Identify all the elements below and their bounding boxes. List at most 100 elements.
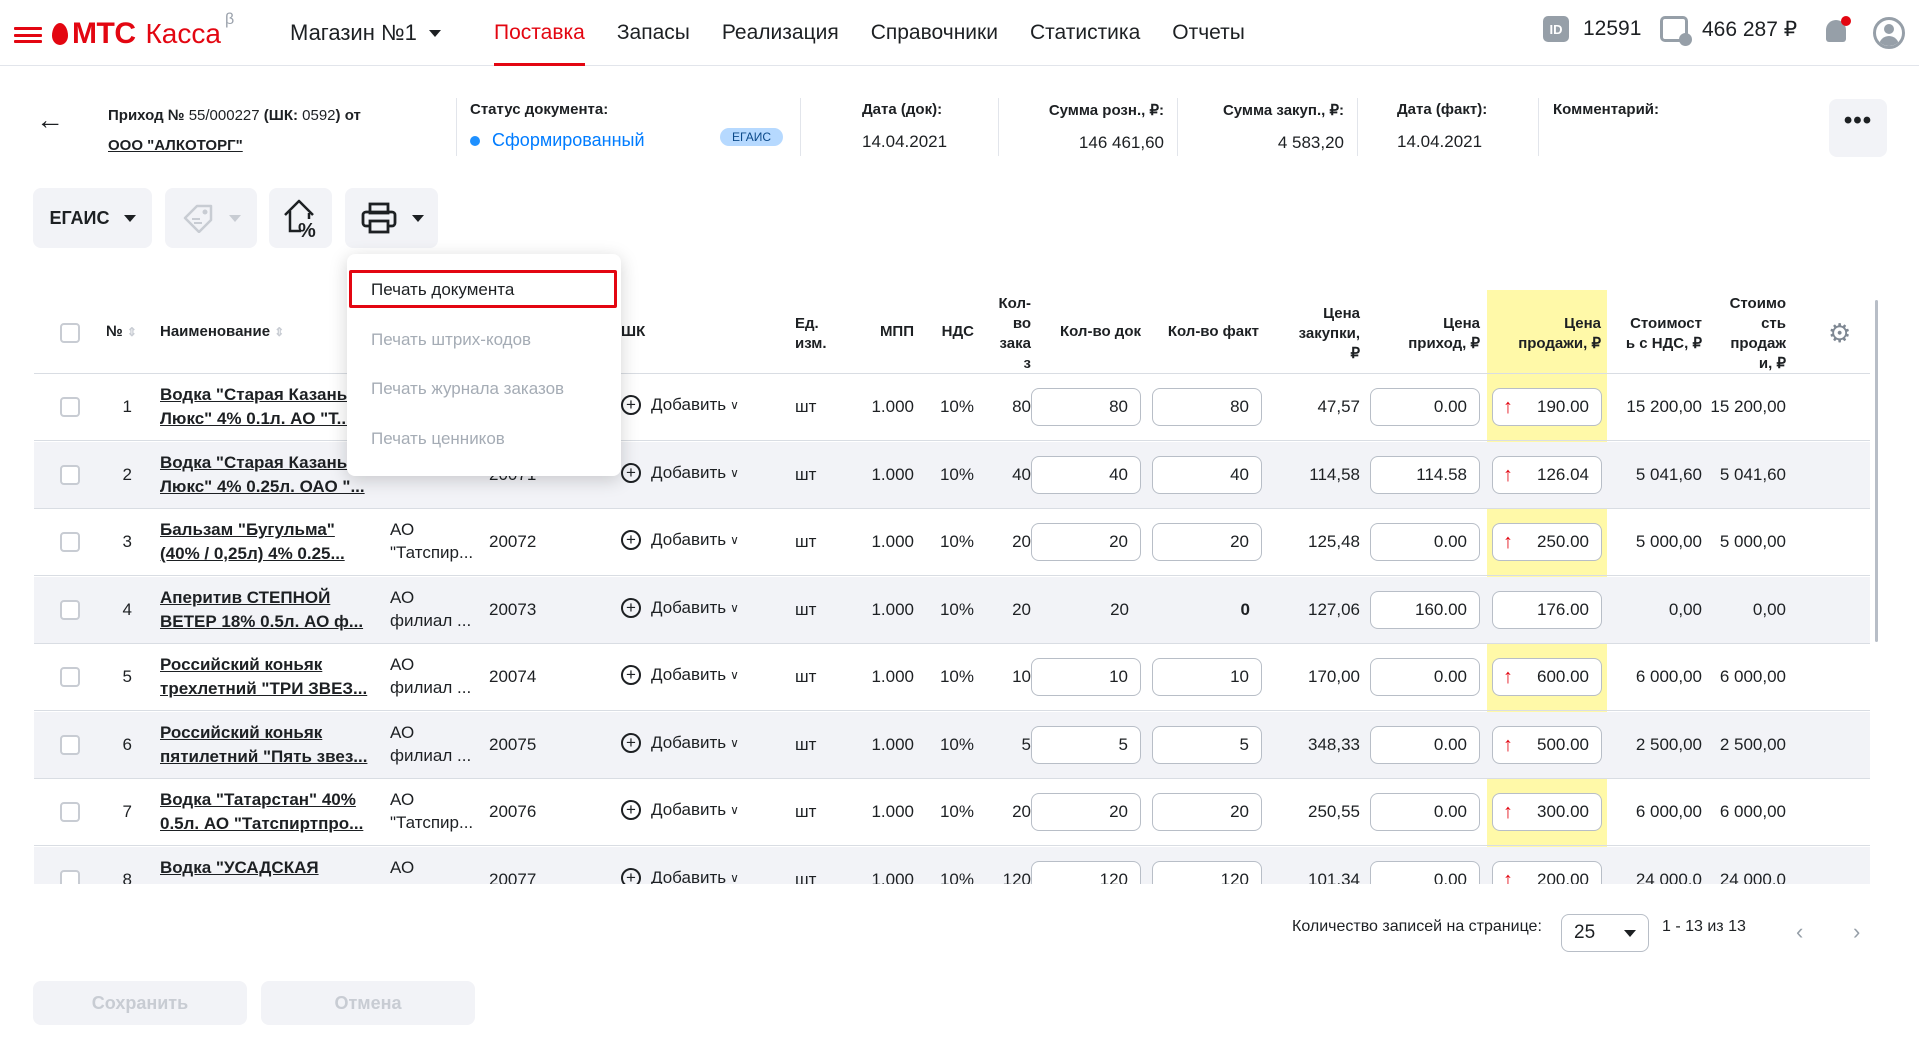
price-in-input[interactable]: 0.00 [1370,860,1480,884]
table-row[interactable]: 5 Российский коньяк трехлетний "ТРИ ЗВЕЗ..… [34,644,1870,711]
per-page-select[interactable]: 25 [1561,914,1649,952]
qty-fact-input[interactable]: 120 [1152,860,1262,884]
price-in-input[interactable]: 114.58 [1370,455,1480,494]
header-num[interactable]: № ⇕ [106,322,137,342]
add-barcode-dropdown[interactable]: + Добавить ∨ [621,395,739,415]
menu-icon[interactable] [14,27,42,43]
cancel-button[interactable]: Отмена [261,981,475,1025]
qty-fact-input[interactable]: 80 [1152,388,1262,426]
select-all-checkbox[interactable] [60,323,80,343]
cost-with-vat: 6 000,00 [1635,667,1702,686]
markup-percent-button[interactable]: % [269,188,332,248]
row-checkbox[interactable] [60,397,80,417]
row-checkbox[interactable] [60,869,80,884]
nav-item-references[interactable]: Справочники [855,0,1014,66]
price-in-input[interactable]: 0.00 [1370,658,1480,696]
qty-doc-input[interactable]: 10 [1031,658,1141,696]
price-in-input[interactable]: 0.00 [1370,388,1480,426]
qty-doc-input[interactable]: 120 [1031,860,1141,884]
price-sale-input[interactable]: ↑ 300.00 [1492,793,1602,831]
price-in-input[interactable]: 0.00 [1370,523,1480,561]
back-arrow-icon[interactable]: ← [36,104,64,136]
table-row[interactable]: 7 Водка "Татарстан" 40% 0.5л. АО "Татспирт… [34,779,1870,846]
product-name-link[interactable]: Аперитив СТЕПНОЙ ВЕТЕР 18% 0.5л. АО ф... [160,586,378,634]
table-row[interactable]: 2 Водка "Старая Казань Люкс" 4% 0.25л. ОАО… [34,441,1870,509]
qty-doc-input[interactable]: 20 [1031,793,1141,831]
add-barcode-dropdown[interactable]: + Добавить ∨ [621,732,739,753]
table-row[interactable]: 6 Российский коньяк пятилетний "Пять звез.… [34,711,1870,779]
row-checkbox[interactable] [60,802,80,822]
next-page-icon[interactable]: › [1853,919,1860,945]
nav-item-delivery[interactable]: Поставка [478,0,601,66]
product-name-link[interactable]: Водка "УСАДСКАЯ [160,856,378,880]
price-in-input[interactable]: 160.00 [1370,590,1480,629]
store-selector[interactable]: Магазин №1 [290,20,441,46]
egais-dropdown-button[interactable]: ЕГАИС [33,188,152,248]
nav-item-statistics[interactable]: Статистика [1014,0,1156,66]
manufacturer: АО "Татспир... [390,790,474,832]
price-in-input[interactable]: 0.00 [1370,725,1480,764]
mts-kassa-logo[interactable]: МТС Касса β [52,11,234,54]
more-actions-button[interactable]: ••• [1829,99,1887,157]
per-page-label: Количество записей на странице: [1292,918,1542,935]
qty-doc-input[interactable]: 5 [1031,725,1141,764]
print-dropdown-button[interactable] [345,188,438,248]
add-barcode-dropdown[interactable]: + Добавить ∨ [621,665,739,685]
table-row[interactable]: 4 Аперитив СТЕПНОЙ ВЕТЕР 18% 0.5л. АО ф...… [34,576,1870,644]
header-name[interactable]: Наименование ⇕ [160,322,284,342]
add-barcode-dropdown[interactable]: + Добавить ∨ [621,462,739,483]
nav-item-sales[interactable]: Реализация [706,0,855,66]
balance[interactable]: 466 287 ₽ [1660,16,1797,46]
qty-fact-input[interactable]: 40 [1152,455,1262,494]
column-settings-gear-icon[interactable]: ⚙ [1828,318,1851,349]
menu-item-print-price-tags[interactable]: Печать ценников [371,429,505,449]
product-name-link[interactable]: Водка "Татарстан" 40% 0.5л. АО "Татспиртп… [160,788,378,836]
row-checkbox[interactable] [60,667,80,687]
row-checkbox[interactable] [60,464,80,485]
qty-doc-input[interactable]: 40 [1031,455,1141,494]
header-cost-sale[interactable]: Стоимо сть продаж и, ₽ [1706,294,1786,374]
nav-item-reports[interactable]: Отчеты [1156,0,1261,66]
qty-doc-input[interactable]: 80 [1031,388,1141,426]
qty-fact-input[interactable]: 5 [1152,725,1262,764]
add-barcode-dropdown[interactable]: + Добавить ∨ [621,597,739,618]
nav-item-stock[interactable]: Запасы [601,0,706,66]
price-sale-input[interactable]: 176.00 [1492,590,1602,629]
price-in-input[interactable]: 0.00 [1370,793,1480,831]
qty-fact-input[interactable]: 20 [1152,793,1262,831]
table-row[interactable]: 3 Бальзам "Бугульма" (40% / 0,25л) 4% 0.25… [34,509,1870,576]
qty-doc-input[interactable]: 20 [1031,523,1141,561]
price-sale-input[interactable]: ↑ 500.00 [1492,725,1602,764]
row-checkbox[interactable] [60,734,80,755]
product-name-link[interactable]: Водка "Старая Казань Люкс" 4% 0.1л. АО "Т… [160,383,378,431]
table-row[interactable]: 1 Водка "Старая Казань Люкс" 4% 0.1л. АО "… [34,374,1870,441]
product-name-link[interactable]: Российский коньяк пятилетний "Пять звез..… [160,721,378,769]
table-scrollbar[interactable] [1875,300,1878,642]
save-button[interactable]: Сохранить [33,981,247,1025]
prev-page-icon[interactable]: ‹ [1796,919,1803,945]
menu-item-print-barcodes[interactable]: Печать штрих-кодов [371,330,531,350]
qty-fact-input[interactable]: 10 [1152,658,1262,696]
qty-fact-input[interactable]: 20 [1152,523,1262,561]
menu-item-print-document[interactable]: Печать документа [371,280,514,300]
price-sale-input[interactable]: ↑ 190.00 [1492,388,1602,426]
row-checkbox[interactable] [60,599,80,620]
price-sale-input[interactable]: ↑ 200.00 [1492,860,1602,884]
menu-item-print-orders-journal[interactable]: Печать журнала заказов [371,379,564,399]
add-barcode-dropdown[interactable]: + Добавить ∨ [621,867,739,884]
price-sale-input[interactable]: ↑ 250.00 [1492,523,1602,561]
supplier-link[interactable]: ООО "АЛКОТОРГ" [108,131,361,161]
table-row[interactable]: 8 Водка "УСАДСКАЯ АО 20077 + Добавить ∨ шт 1.000… [34,846,1870,884]
product-name-link[interactable]: Водка "Старая Казань Люкс" 4% 0.25л. ОАО … [160,451,378,499]
doc-barcode: 0592 [302,107,336,124]
row-checkbox[interactable] [60,532,80,552]
add-barcode-dropdown[interactable]: + Добавить ∨ [621,530,739,550]
add-barcode-dropdown[interactable]: + Добавить ∨ [621,800,739,820]
user-avatar-icon[interactable] [1873,17,1905,49]
price-sale-input[interactable]: ↑ 126.04 [1492,455,1602,494]
product-name-link[interactable]: Бальзам "Бугульма" (40% / 0,25л) 4% 0.25.… [160,518,378,566]
price-tag-dropdown-button[interactable] [165,188,257,248]
notifications-bell-icon[interactable] [1823,16,1851,46]
price-sale-input[interactable]: ↑ 600.00 [1492,658,1602,696]
product-name-link[interactable]: Российский коньяк трехлетний "ТРИ ЗВЕЗ... [160,653,378,701]
